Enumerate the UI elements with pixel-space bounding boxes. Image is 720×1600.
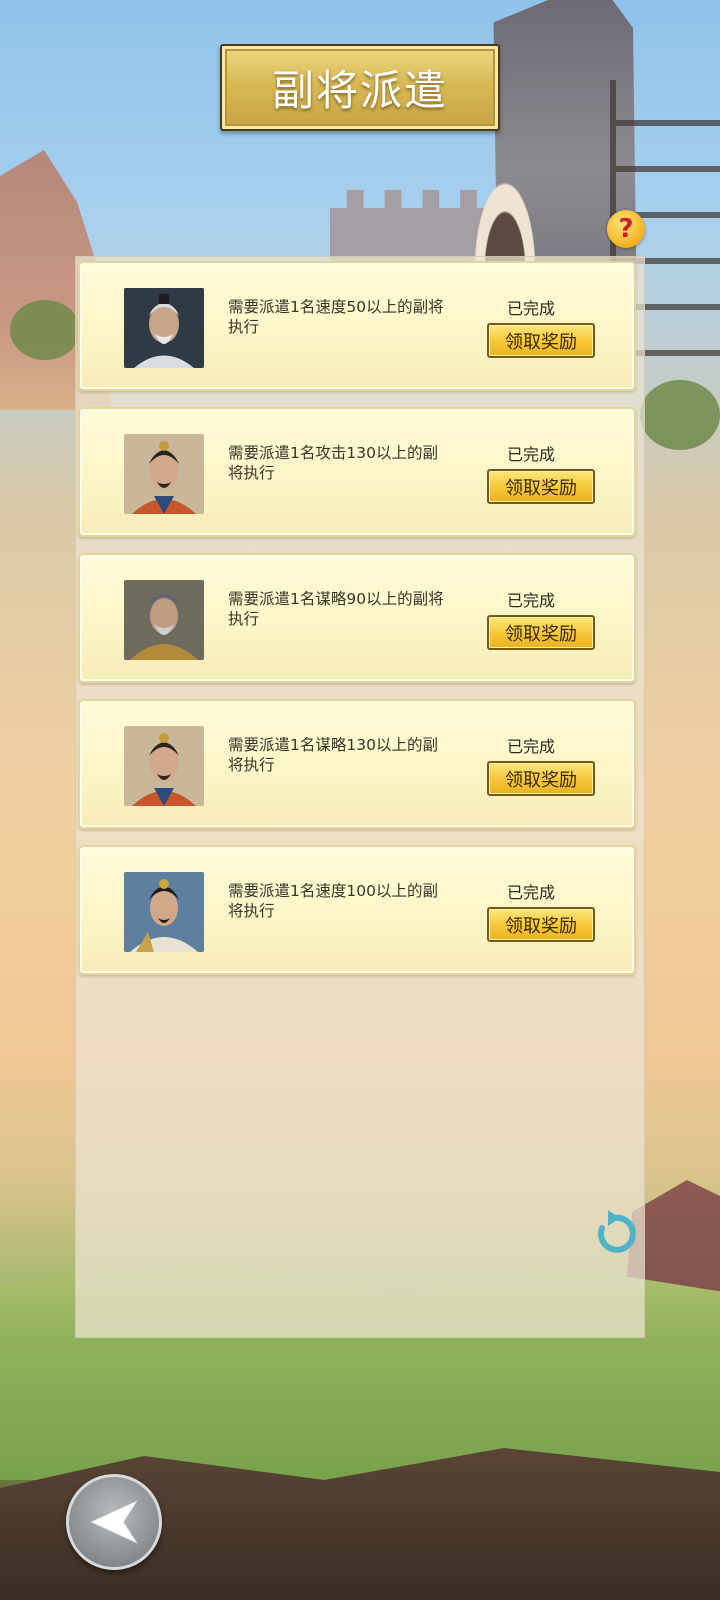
claim-reward-button[interactable]: 领取奖励 [487,761,595,796]
task-card: 需要派遣1名攻击130以上的副将执行 已完成 领取奖励 [78,407,636,537]
claim-reward-button[interactable]: 领取奖励 [487,323,595,358]
help-question-icon[interactable]: ? [607,210,645,248]
claim-reward-button[interactable]: 领取奖励 [487,469,595,504]
task-card: 需要派遣1名谋略90以上的副将执行 已完成 领取奖励 [78,553,636,683]
portrait-red-robed-general [124,726,204,806]
title-plate: 副将派遣 [220,44,500,131]
task-status: 已完成 [506,883,555,902]
portrait-image [124,434,204,514]
task-description: 需要派遣1名谋略90以上的副将执行 [228,590,444,628]
task-panel: 需要派遣1名速度50以上的副将执行 已完成 领取奖励 需要派遣1名攻击130以上… [75,256,645,1338]
task-status: 已完成 [506,737,555,756]
portrait-young-warrior [124,872,204,952]
bush [10,300,80,360]
portrait-image [124,726,204,806]
portrait-image [124,872,204,952]
castle-gate [470,170,540,270]
portrait-image [124,580,204,660]
task-status: 已完成 [506,445,555,464]
task-card: 需要派遣1名速度50以上的副将执行 已完成 领取奖励 [78,261,636,391]
task-card: 需要派遣1名谋略130以上的副将执行 已完成 领取奖励 [78,699,636,829]
page-title: 副将派遣 [271,66,448,115]
task-card: 需要派遣1名速度100以上的副将执行 已完成 领取奖励 [78,845,636,975]
refresh-icon[interactable] [588,1208,640,1260]
portrait-armored-elder-general [124,580,204,660]
portrait-white-haired-strategist [124,288,204,368]
task-description: 需要派遣1名谋略130以上的副将执行 [228,736,438,774]
back-arrow-icon [90,1500,138,1544]
task-description: 需要派遣1名速度100以上的副将执行 [228,882,438,920]
task-description: 需要派遣1名攻击130以上的副将执行 [228,444,438,482]
task-description: 需要派遣1名速度50以上的副将执行 [228,298,444,336]
portrait-image [124,288,204,368]
claim-reward-button[interactable]: 领取奖励 [487,615,595,650]
bush [640,380,720,450]
task-status: 已完成 [506,591,555,610]
task-status: 已完成 [506,299,555,318]
portrait-red-robed-general [124,434,204,514]
claim-reward-button[interactable]: 领取奖励 [487,907,595,942]
help-glyph: ? [618,214,634,244]
back-button[interactable] [66,1474,162,1570]
